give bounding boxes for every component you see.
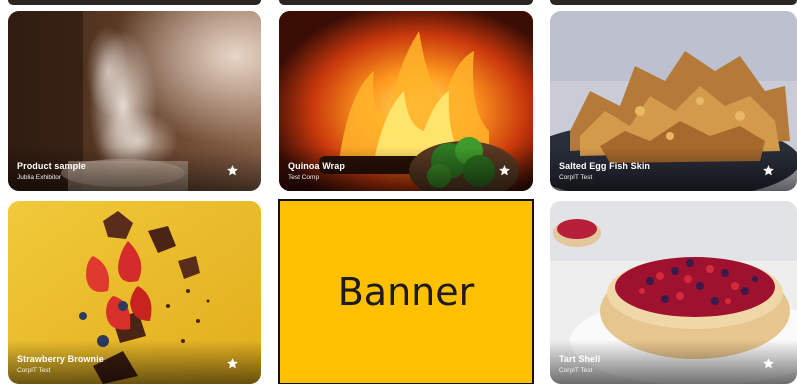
card-partial-3[interactable] xyxy=(550,0,797,5)
card-exhibitor: CorpIT Test xyxy=(17,367,51,374)
product-card-tart-shell[interactable]: Tart Shell CorpIT Test xyxy=(550,201,797,384)
star-icon[interactable] xyxy=(226,164,239,177)
product-card-strawberry-brownie[interactable]: Strawberry Brownie CorpIT Test xyxy=(8,201,261,384)
star-icon[interactable] xyxy=(498,164,511,177)
card-partial-1[interactable] xyxy=(8,0,261,5)
banner-label: Banner xyxy=(337,270,475,314)
card-title: Product sample xyxy=(17,161,86,171)
card-title: Salted Egg Fish Skin xyxy=(559,161,651,171)
card-partial-2[interactable] xyxy=(279,0,533,5)
star-icon[interactable] xyxy=(226,357,239,370)
card-title: Tart Shell xyxy=(559,354,601,364)
star-icon[interactable] xyxy=(762,357,775,370)
card-exhibitor: Test Comp xyxy=(288,174,320,181)
banner[interactable]: Banner xyxy=(278,199,534,384)
card-exhibitor: CorpIT Test xyxy=(559,367,593,374)
card-exhibitor: CorpIT Test xyxy=(559,174,593,181)
card-exhibitor: Jublia Exhibitor xyxy=(17,174,62,181)
product-card-salted-egg-fish-skin[interactable]: Salted Egg Fish Skin CorpIT Test xyxy=(550,11,797,191)
product-card-quinoa-wrap[interactable]: Quinoa Wrap Test Comp xyxy=(279,11,533,191)
card-title: Quinoa Wrap xyxy=(288,161,345,171)
star-icon[interactable] xyxy=(762,164,775,177)
card-title: Strawberry Brownie xyxy=(17,354,104,364)
product-card-product-sample[interactable]: Product sample Jublia Exhibitor xyxy=(8,11,261,191)
